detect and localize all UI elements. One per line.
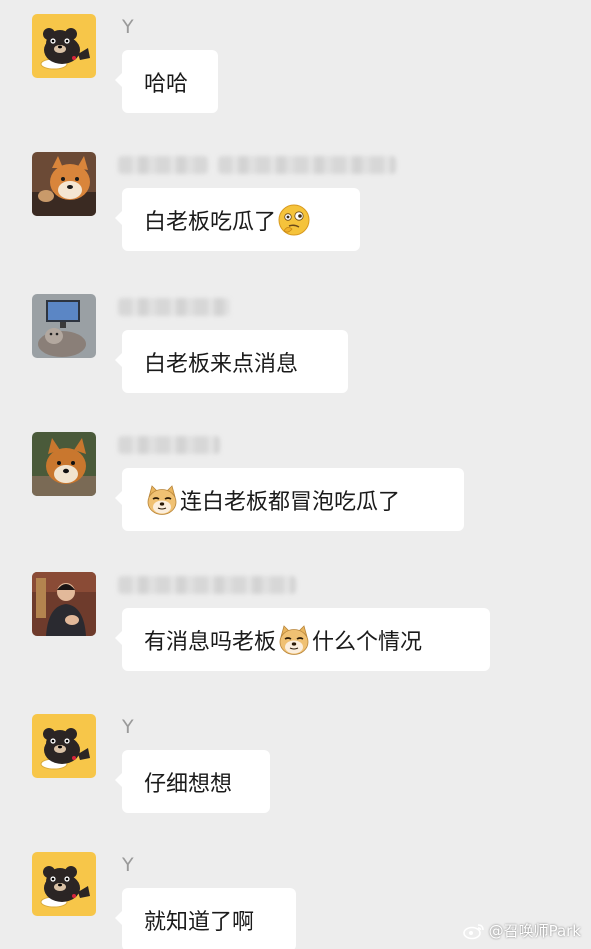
sender-name-blurred <box>118 576 296 594</box>
message-text: 就知道了啊 <box>144 909 255 935</box>
sender-name: Y <box>122 716 134 738</box>
thinking-emoji <box>277 203 311 237</box>
message-text: 有消息吗老板 <box>144 629 277 655</box>
message-bubble[interactable]: 就知道了啊 <box>115 888 296 949</box>
shiba-dog-avatar[interactable] <box>32 432 96 496</box>
message-text: 哈哈 <box>144 71 189 97</box>
sender-name-blurred <box>118 436 220 454</box>
watermark: @召唤师Park <box>462 920 581 941</box>
person-avatar[interactable] <box>32 572 96 636</box>
message-text: 什么个情况 <box>312 629 423 655</box>
message-bubble[interactable]: 连白老板都冒泡吃瓜了 <box>115 468 464 531</box>
sender-name-blurred <box>118 156 208 174</box>
sender-name-blurred <box>118 298 230 316</box>
message-bubble[interactable]: 白老板来点消息 <box>115 330 348 393</box>
cat-monitor-avatar[interactable] <box>32 294 96 358</box>
message-bubble[interactable]: 白老板吃瓜了 <box>115 188 360 251</box>
shiba-avatar[interactable] <box>32 152 96 216</box>
message-text: 白老板来点消息 <box>144 351 299 377</box>
weibo-icon <box>462 923 484 939</box>
watermark-text: @召唤师Park <box>488 922 581 940</box>
message-bubble[interactable]: 有消息吗老板 什么个情况 <box>115 608 490 671</box>
chat-area: Y 哈哈 白老板吃瓜了 白老板来点消息 连白老板都冒泡吃瓜了 有消息吗老板 什么… <box>0 0 591 949</box>
message-bubble[interactable]: 哈哈 <box>115 50 218 113</box>
bear-avatar[interactable] <box>32 714 96 778</box>
bear-avatar[interactable] <box>32 852 96 916</box>
doge-emoji <box>277 623 311 657</box>
message-bubble[interactable]: 仔细想想 <box>115 750 270 813</box>
message-text: 仔细想想 <box>144 771 233 797</box>
doge-emoji <box>145 483 179 517</box>
sender-name: Y <box>122 16 134 38</box>
sender-name-blurred <box>218 156 396 174</box>
message-text: 连白老板都冒泡吃瓜了 <box>180 489 401 515</box>
message-text: 白老板吃瓜了 <box>144 209 277 235</box>
sender-name: Y <box>122 854 134 876</box>
bear-avatar[interactable] <box>32 14 96 78</box>
